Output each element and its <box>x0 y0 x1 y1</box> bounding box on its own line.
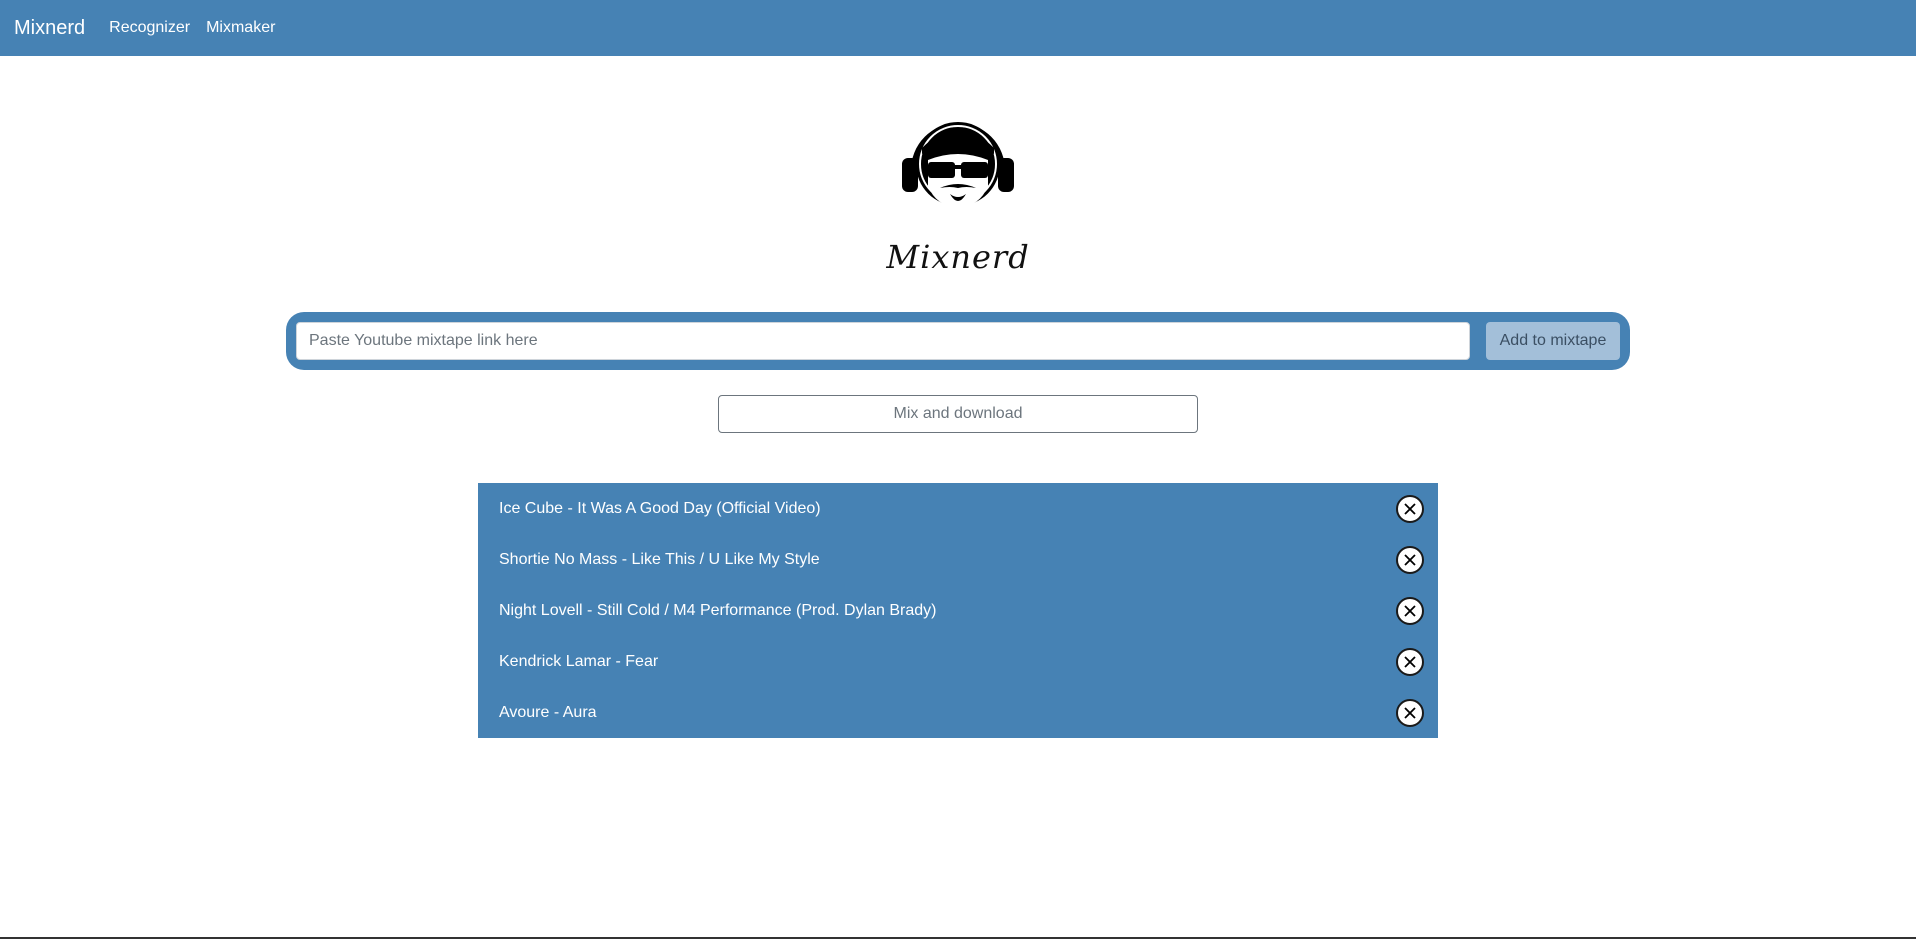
track-title: Night Lovell - Still Cold / M4 Performan… <box>499 601 937 619</box>
remove-track-button[interactable] <box>1396 545 1424 574</box>
track-title: Shortie No Mass - Like This / U Like My … <box>499 550 820 568</box>
track-row: Shortie No Mass - Like This / U Like My … <box>478 534 1438 585</box>
track-row: Avoure - Aura <box>478 687 1438 738</box>
track-list: Ice Cube - It Was A Good Day (Official V… <box>478 483 1438 738</box>
brand-link[interactable]: Mixnerd <box>14 17 85 40</box>
nav-link-mixmaker[interactable]: Mixmaker <box>206 19 275 37</box>
track-row: Kendrick Lamar - Fear <box>478 636 1438 687</box>
track-title: Avoure - Aura <box>499 703 597 721</box>
top-navbar: Mixnerd Recognizer Mixmaker <box>0 0 1916 56</box>
dj-headphones-face-icon <box>902 122 1014 208</box>
nav-link-recognizer[interactable]: Recognizer <box>109 19 190 37</box>
close-icon <box>1404 655 1416 668</box>
remove-track-button[interactable] <box>1396 494 1424 523</box>
logo-text: Mixnerd <box>886 238 1030 276</box>
close-icon <box>1404 553 1416 566</box>
add-to-mixtape-button[interactable]: Add to mixtape <box>1486 322 1620 360</box>
link-input-bar: Add to mixtape <box>286 312 1630 370</box>
track-row: Night Lovell - Still Cold / M4 Performan… <box>478 585 1438 636</box>
track-row: Ice Cube - It Was A Good Day (Official V… <box>478 483 1438 534</box>
remove-track-button[interactable] <box>1396 647 1424 676</box>
remove-track-button[interactable] <box>1396 596 1424 625</box>
track-title: Kendrick Lamar - Fear <box>499 652 659 670</box>
close-icon <box>1404 502 1416 515</box>
close-icon <box>1404 706 1416 719</box>
youtube-link-input[interactable] <box>296 322 1470 360</box>
track-title: Ice Cube - It Was A Good Day (Official V… <box>499 499 821 517</box>
mix-and-download-button[interactable]: Mix and download <box>718 395 1198 433</box>
remove-track-button[interactable] <box>1396 698 1424 727</box>
close-icon <box>1404 604 1416 617</box>
